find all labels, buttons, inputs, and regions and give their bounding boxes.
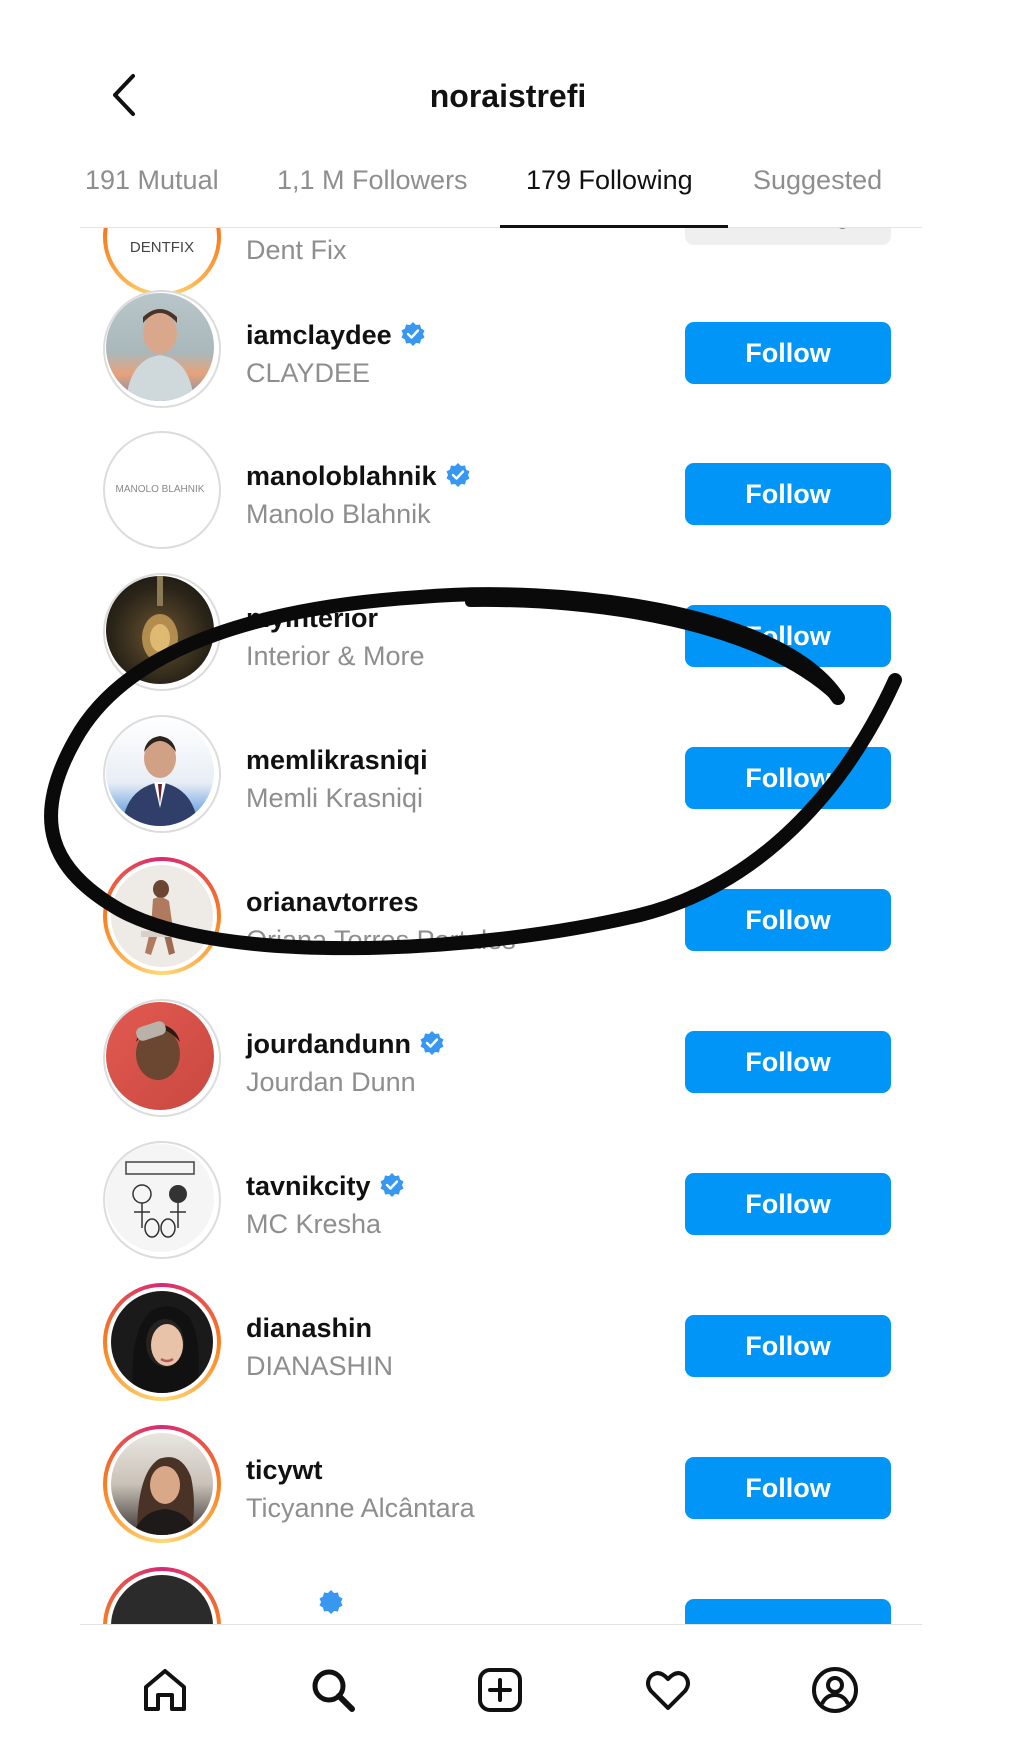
avatar[interactable]: DENTFIX (103, 228, 221, 296)
username-text: manoloblahnik (246, 461, 437, 491)
verified-badge-icon (380, 1173, 404, 1197)
full-name: Oriana Torres Portales (246, 925, 516, 955)
full-name: CLAYDEE (246, 358, 371, 388)
list-item[interactable]: orianavtorres Oriana Torres Portales Fol… (0, 857, 1016, 997)
profile-username: noraistrefi (429, 78, 587, 114)
verified-badge-icon (401, 322, 425, 346)
page-title: noraistrefi (0, 78, 1016, 115)
avatar[interactable]: MANOLO BLAHNIK (103, 431, 221, 549)
full-name: Dent Fix (246, 235, 347, 265)
follow-button[interactable]: Follow (685, 1173, 891, 1235)
new-post-icon[interactable] (475, 1665, 525, 1715)
profile-icon[interactable] (810, 1665, 860, 1715)
list-item[interactable]: dianashin DIANASHIN Follow (0, 1283, 1016, 1423)
bottom-nav (0, 1625, 1016, 1748)
follow-button[interactable] (685, 1599, 891, 1624)
username: memlikrasniqi (246, 745, 428, 775)
avatar[interactable] (103, 1425, 221, 1543)
list-item[interactable]: myinterior Interior & More Follow (0, 573, 1016, 713)
home-icon[interactable] (140, 1665, 190, 1715)
list-item[interactable]: iamclaydee CLAYDEE Follow (0, 290, 1016, 430)
username-text: jourdandunn (246, 1029, 411, 1059)
following-screen: noraistrefi 191 Mutual 1,1 M Followers 1… (0, 0, 1016, 1748)
tab-mutual[interactable]: 191 Mutual (85, 165, 219, 225)
list-item[interactable]: jourdandunn Jourdan Dunn Follow (0, 999, 1016, 1139)
follow-button[interactable]: Follow (685, 747, 891, 809)
username: ticywt (246, 1455, 323, 1485)
verified-badge-icon (319, 1590, 343, 1614)
username: iamclaydee (246, 320, 426, 351)
avatar[interactable] (103, 1141, 221, 1259)
full-name: MC Kresha (246, 1209, 382, 1239)
avatar[interactable] (103, 999, 221, 1117)
list-item[interactable]: memlikrasniqi Memli Krasniqi Follow (0, 715, 1016, 855)
list-item[interactable]: MANOLO BLAHNIK manoloblahnik Manolo Blah… (0, 431, 1016, 571)
avatar-logo-text: MANOLO BLAHNIK (116, 484, 205, 495)
list-item[interactable]: ticywt Ticyanne Alcântara Follow (0, 1425, 1016, 1565)
username-text: iamclaydee (246, 320, 392, 350)
following-button[interactable]: Following (685, 228, 891, 245)
username: manoloblahnik (246, 461, 471, 492)
follow-button[interactable]: Follow (685, 1031, 891, 1093)
follow-button[interactable]: Follow (685, 1315, 891, 1377)
full-name: DIANASHIN (246, 1351, 394, 1381)
full-name: Ticyanne Alcântara (246, 1493, 475, 1523)
tab-suggested[interactable]: Suggested (753, 165, 882, 225)
username: myinterior (246, 603, 379, 633)
follow-button[interactable]: Follow (685, 1457, 891, 1519)
avatar[interactable] (103, 1567, 221, 1624)
avatar[interactable] (103, 1283, 221, 1401)
username: tavnikcity (246, 1171, 405, 1202)
full-name: Interior & More (246, 641, 425, 671)
full-name: Memli Krasniqi (246, 783, 424, 813)
full-name: Jourdan Dunn (246, 1067, 416, 1097)
username: dianashin (246, 1313, 373, 1343)
tab-bar: 191 Mutual 1,1 M Followers 179 Following… (80, 165, 930, 230)
tab-followers[interactable]: 1,1 M Followers (277, 165, 468, 225)
activity-heart-icon[interactable] (643, 1665, 693, 1715)
follow-button[interactable]: Follow (685, 322, 891, 384)
follow-button[interactable]: Follow (685, 889, 891, 951)
following-list[interactable]: DENTFIX Dent Fix Following i (0, 228, 1016, 1624)
username: orianavtorres (246, 887, 419, 917)
verified-badge-icon (420, 1031, 444, 1055)
username: jourdandunn (246, 1029, 445, 1060)
username-text: tavnikcity (246, 1171, 371, 1201)
list-item[interactable]: tavnikcity MC Kresha Follow (0, 1141, 1016, 1281)
avatar[interactable] (103, 857, 221, 975)
avatar-logo-text: DENTFIX (130, 239, 194, 256)
avatar[interactable] (103, 290, 221, 408)
tab-following[interactable]: 179 Following (526, 165, 693, 225)
verified-badge-icon (446, 463, 470, 487)
list-item[interactable] (0, 1567, 1016, 1624)
full-name: Manolo Blahnik (246, 499, 431, 529)
search-icon[interactable] (308, 1665, 358, 1715)
avatar[interactable] (103, 715, 221, 833)
avatar[interactable] (103, 573, 221, 691)
follow-button[interactable]: Follow (685, 605, 891, 667)
follow-button[interactable]: Follow (685, 463, 891, 525)
